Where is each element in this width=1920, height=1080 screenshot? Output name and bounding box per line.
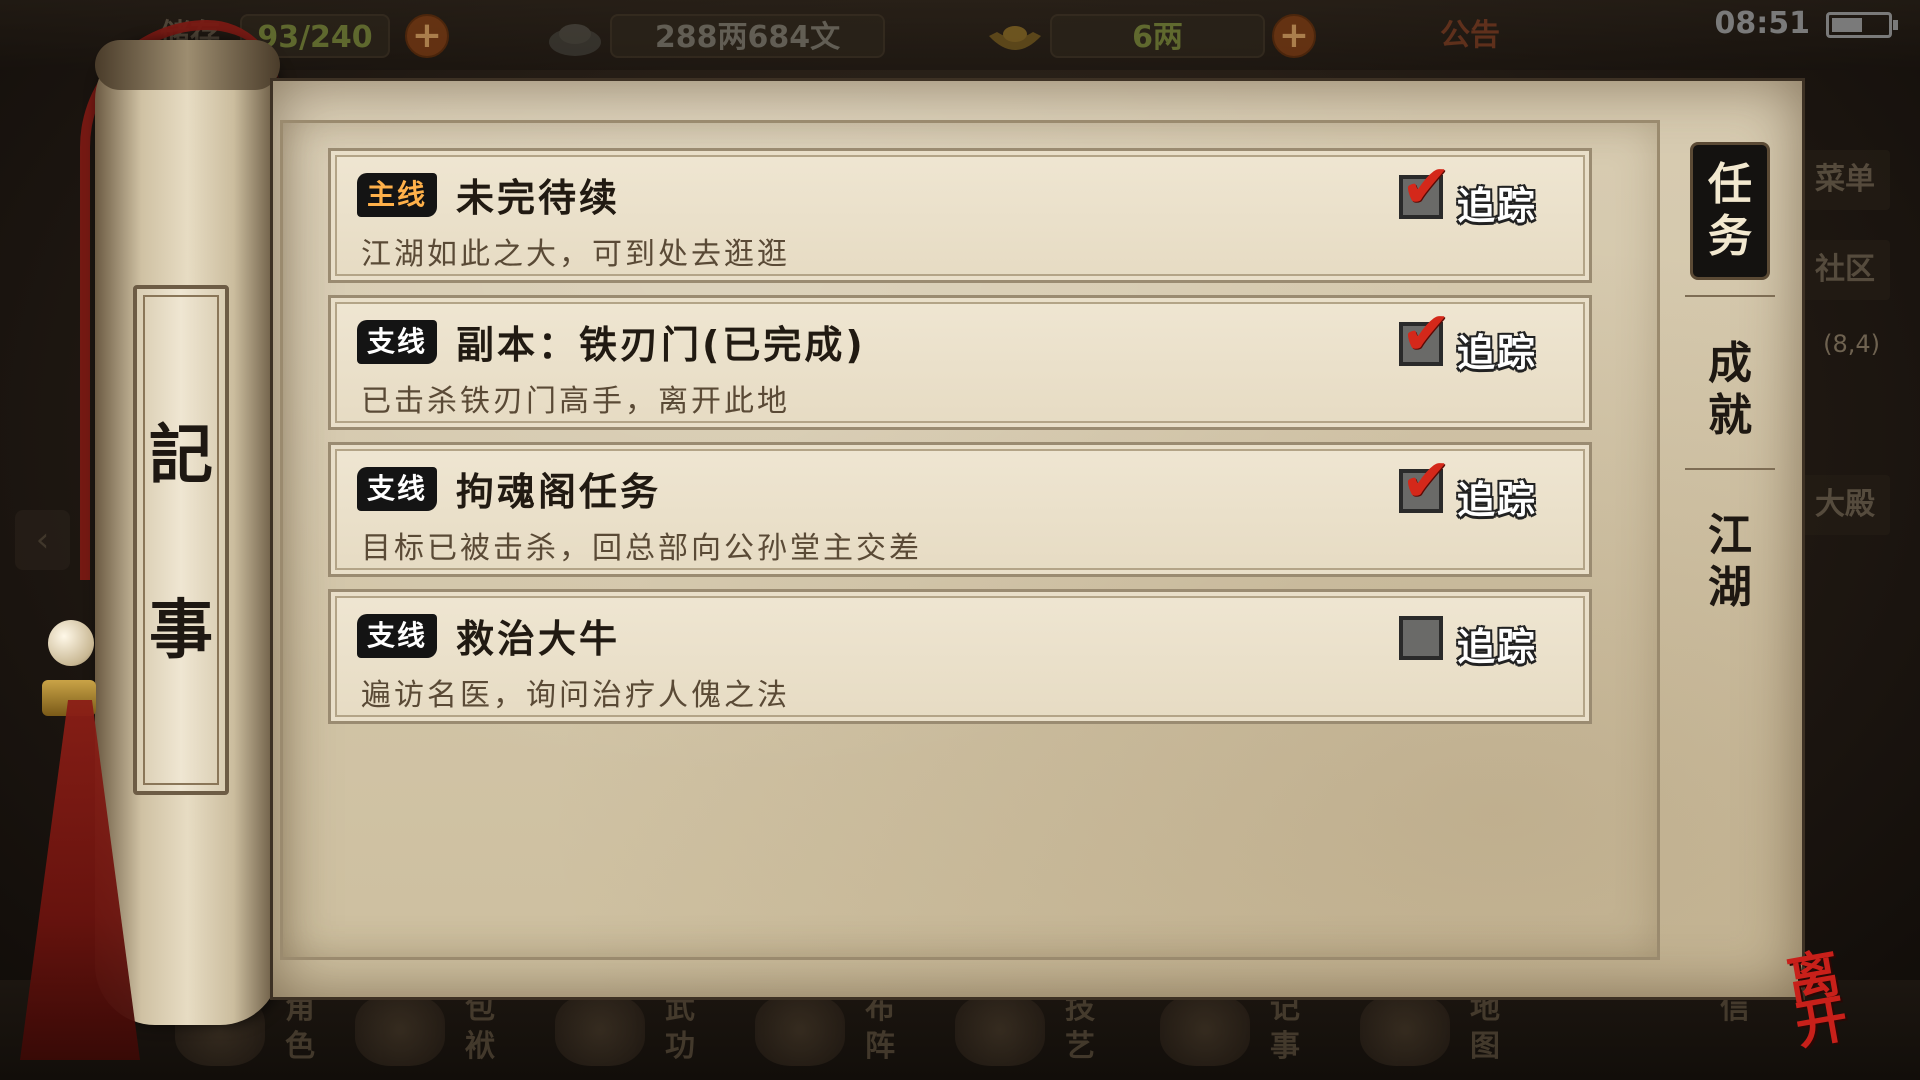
map-icon	[1360, 994, 1450, 1066]
track-toggle[interactable]: ✔ 追踪	[1399, 451, 1569, 522]
tab-jianghu[interactable]: 江 湖	[1690, 510, 1770, 620]
map-coordinate: (8,4)	[1823, 330, 1880, 358]
nav-craft[interactable]: 技艺	[955, 988, 1135, 1072]
menu-button[interactable]: 菜单	[1800, 150, 1890, 210]
bag-icon	[355, 994, 445, 1066]
quest-card[interactable]: 主线 未完待续 江湖如此之大，可到处去逛逛 ✔ 追踪	[328, 148, 1592, 283]
track-label: 追踪	[1457, 478, 1538, 522]
chevron-left-icon[interactable]: ‹	[15, 510, 70, 570]
tab-jianghu-char-2: 湖	[1708, 562, 1752, 613]
track-label: 追踪	[1457, 331, 1538, 375]
tab-quests-char-2: 务	[1708, 211, 1752, 262]
quest-desc: 遍访名医，询问治疗人傀之法	[361, 678, 790, 713]
track-toggle[interactable]: ✔ 追踪	[1399, 304, 1569, 375]
gold-value: 6两	[1050, 14, 1265, 58]
nav-formation[interactable]: 布阵	[755, 988, 935, 1072]
add-bag-button[interactable]: +	[405, 14, 449, 58]
quest-desc: 江湖如此之大，可到处去逛逛	[361, 237, 790, 272]
tab-jianghu-char-1: 江	[1708, 510, 1752, 561]
quest-desc: 已击杀铁刃门高手，离开此地	[361, 384, 790, 419]
tab-achievements-char-2: 就	[1708, 390, 1752, 441]
battery-icon	[1826, 12, 1898, 38]
quest-card[interactable]: 支线 救治大牛 遍访名医，询问治疗人傀之法 追踪	[328, 589, 1592, 724]
journal-icon	[1160, 994, 1250, 1066]
track-label: 追踪	[1457, 625, 1538, 669]
nav-map[interactable]: 地图	[1360, 988, 1540, 1072]
quest-card[interactable]: 支线 副本：铁刃门(已完成) 已击杀铁刃门高手，离开此地 ✔ 追踪	[328, 295, 1592, 430]
quest-card[interactable]: 支线 拘魂阁任务 目标已被击杀，回总部向公孙堂主交差 ✔ 追踪	[328, 442, 1592, 577]
scroll-title-top: 記	[149, 418, 213, 493]
books-icon	[555, 994, 645, 1066]
nav-mail[interactable]: 信	[1700, 988, 1780, 1072]
nav-journal[interactable]: 记事	[1160, 988, 1340, 1072]
tab-divider	[1685, 295, 1775, 297]
jade-bead	[48, 620, 94, 666]
track-toggle[interactable]: ✔ 追踪	[1399, 157, 1569, 228]
quest-title: 副本：铁刃门(已完成)	[456, 323, 866, 367]
quest-title: 救治大牛	[456, 617, 621, 661]
clock: 08:51	[1714, 6, 1811, 41]
scroll-title-plate: 記 事	[133, 285, 229, 795]
bagua-icon	[755, 994, 845, 1066]
quest-type-badge: 主线	[357, 173, 437, 217]
track-checkbox[interactable]	[1399, 616, 1443, 660]
notice-button[interactable]: 公告	[1440, 14, 1500, 58]
tab-quests[interactable]: 任 务	[1690, 142, 1770, 280]
quest-title: 未完待续	[456, 176, 621, 220]
tab-divider	[1685, 468, 1775, 470]
quest-type-badge: 支线	[357, 320, 437, 364]
check-icon: ✔	[1401, 152, 1452, 222]
leave-button[interactable]: 离开	[1783, 942, 1900, 1058]
check-icon: ✔	[1401, 446, 1452, 516]
track-label: 追踪	[1457, 184, 1538, 228]
nav-bag[interactable]: 包袱	[355, 988, 535, 1072]
quest-type-badge: 支线	[357, 614, 437, 658]
quest-desc: 目标已被击杀，回总部向公孙堂主交差	[361, 531, 922, 566]
check-icon: ✔	[1401, 299, 1452, 369]
tab-achievements[interactable]: 成 就	[1690, 338, 1770, 448]
scroll-title-bottom: 事	[149, 593, 213, 668]
gold-ingot-icon	[985, 14, 1045, 64]
tab-quests-char-1: 任	[1708, 159, 1752, 210]
location-label: 大殿	[1800, 475, 1890, 535]
add-gold-button[interactable]: +	[1272, 14, 1316, 58]
track-toggle[interactable]: 追踪	[1399, 610, 1569, 669]
nav-skills[interactable]: 武功	[555, 988, 735, 1072]
money-value: 288两684文	[610, 14, 885, 58]
tab-achievements-char-1: 成	[1708, 338, 1752, 389]
money-icon	[545, 14, 605, 64]
community-button[interactable]: 社区	[1800, 240, 1890, 300]
quest-title: 拘魂阁任务	[456, 470, 662, 514]
quest-type-badge: 支线	[357, 467, 437, 511]
craft-icon	[955, 994, 1045, 1066]
